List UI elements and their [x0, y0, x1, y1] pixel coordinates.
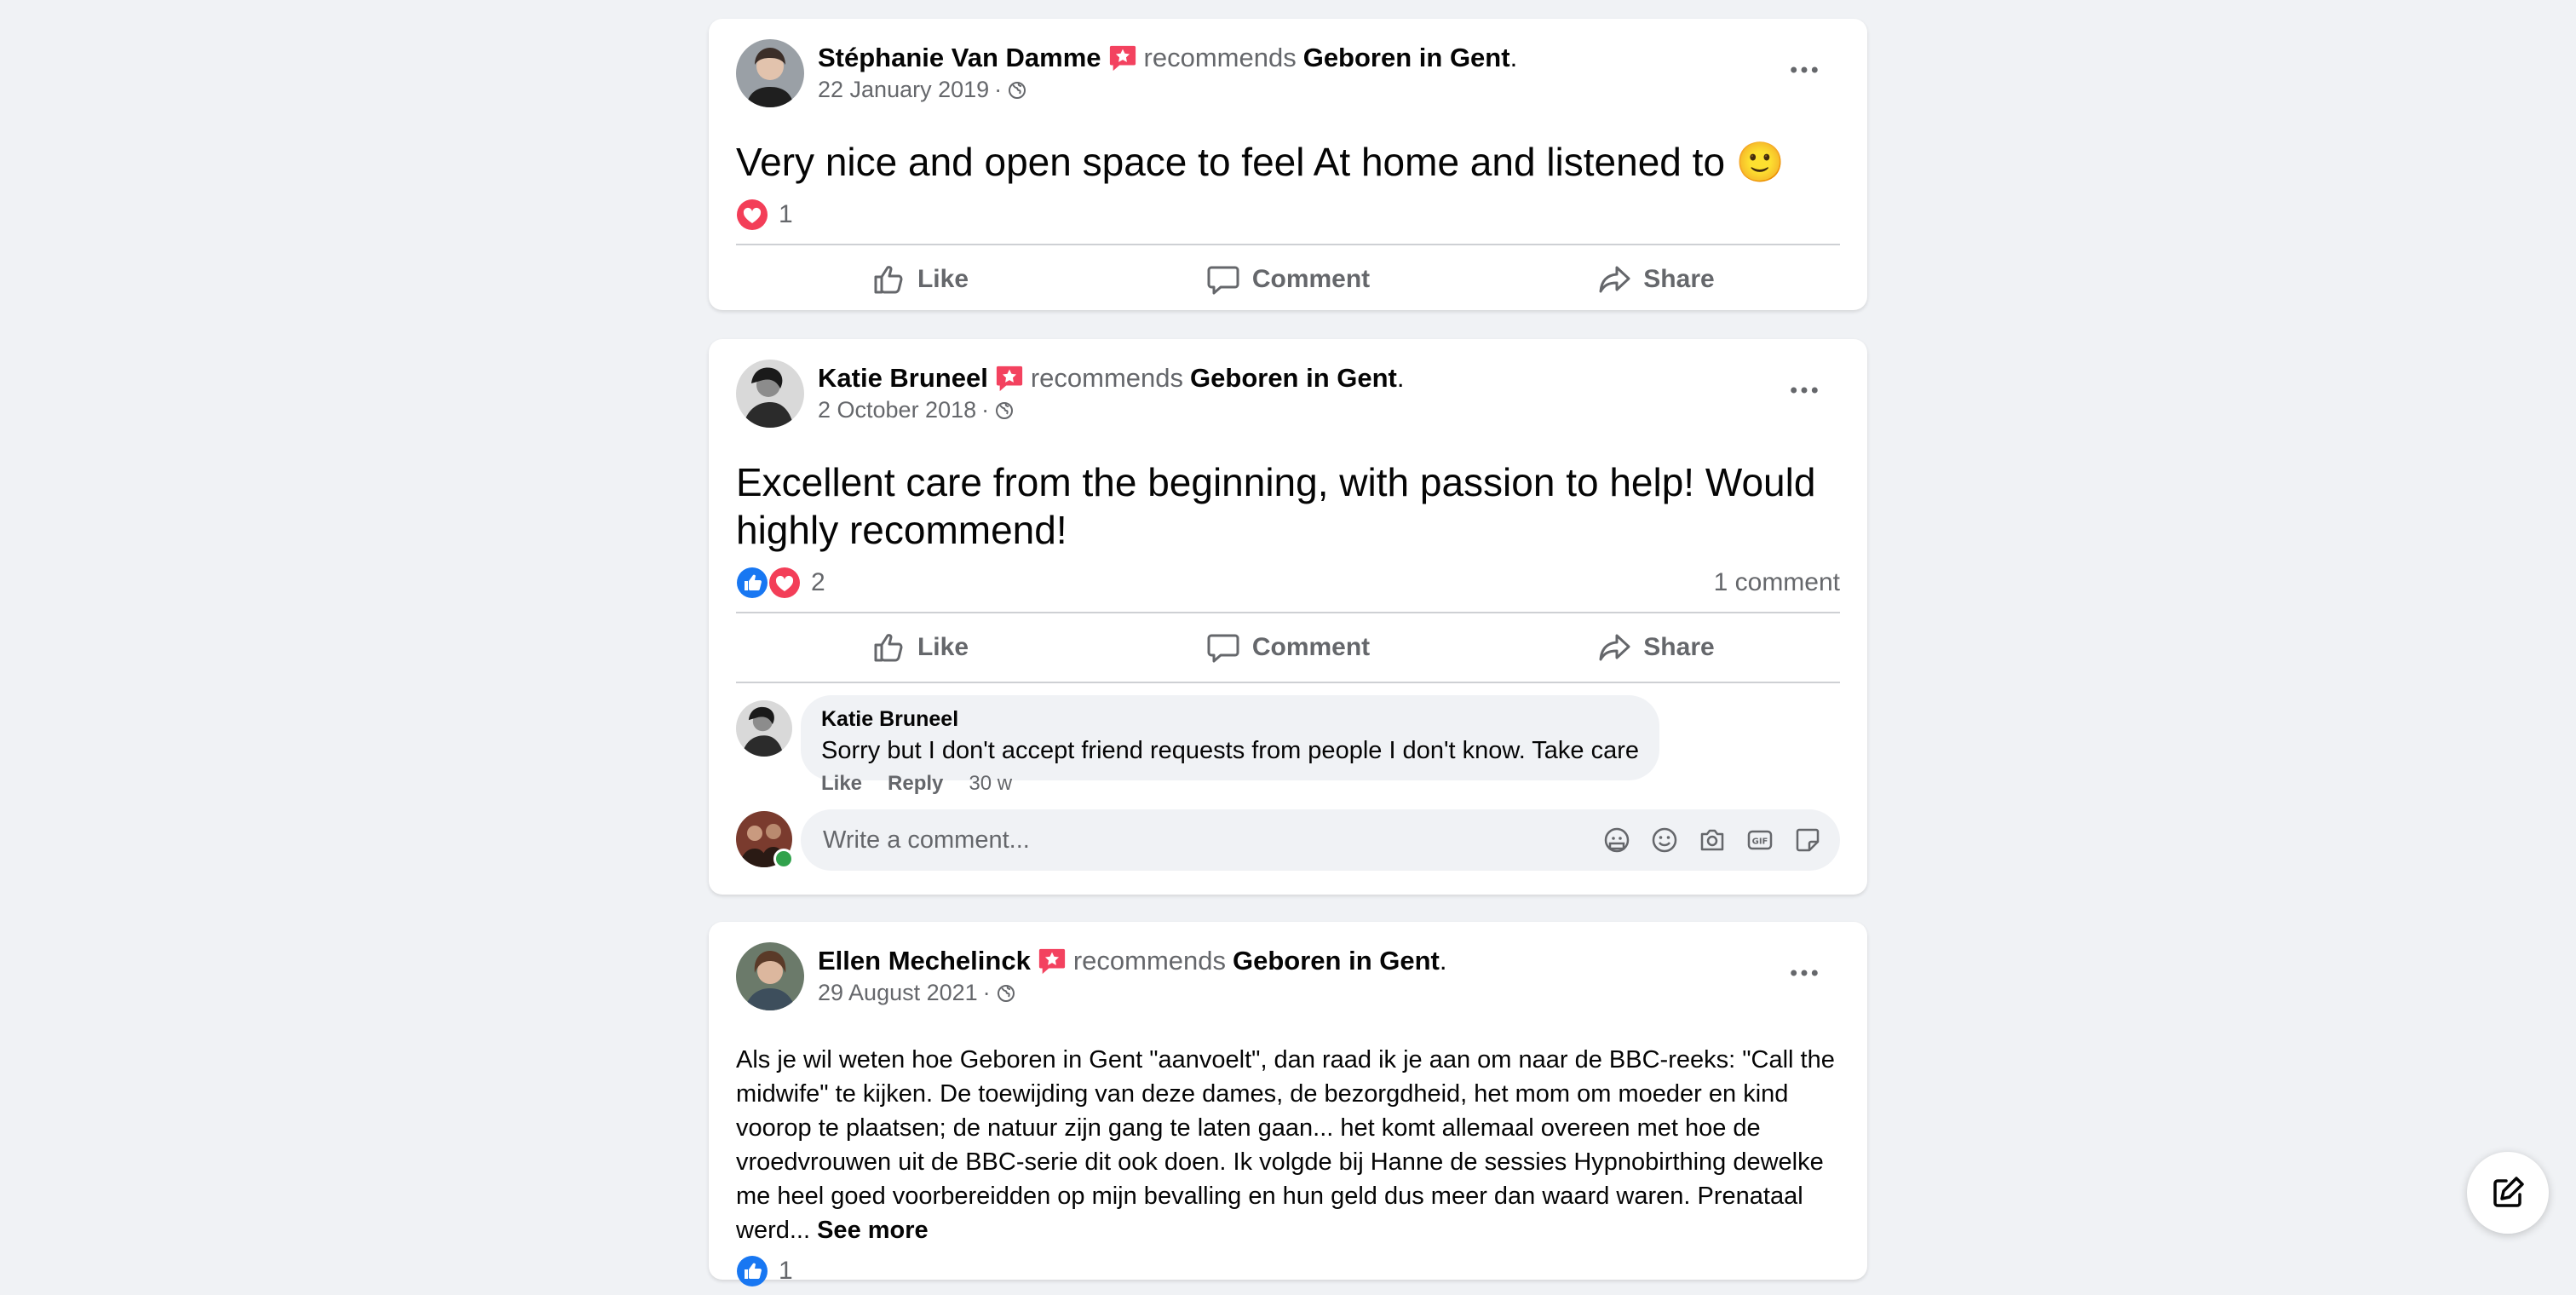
reaction-bar: 1	[736, 1247, 1840, 1295]
share-icon	[1597, 262, 1631, 296]
compose-icon	[2493, 1177, 2524, 1207]
post-header: Ellen Mechelinck recommends Geboren in G…	[736, 922, 1840, 1016]
comment-bubble: Katie Bruneel Sorry but I don't accept f…	[801, 695, 1660, 780]
share-button[interactable]: Share	[1472, 630, 1840, 665]
author-name[interactable]: Katie Bruneel	[818, 363, 988, 394]
review-card: Stéphanie Van Damme recommends Geboren i…	[709, 19, 1867, 310]
love-reaction-icon[interactable]	[736, 199, 768, 231]
camera-icon[interactable]	[1697, 825, 1728, 855]
love-reaction-icon[interactable]	[768, 567, 801, 599]
recommends-label: recommends	[1072, 946, 1227, 976]
sticker-icon[interactable]	[1792, 825, 1823, 855]
comment-time[interactable]: 30 w	[969, 772, 1012, 796]
like-reaction-icon[interactable]	[736, 1255, 768, 1287]
date-text[interactable]: 22 January 2019	[818, 77, 989, 103]
review-text: Very nice and open space to feel At home…	[736, 140, 1785, 184]
review-text-container: Als je wil weten hoe Geboren in Gent "aa…	[736, 1043, 1840, 1247]
post-date: 2 October 2018 ·	[818, 397, 1015, 423]
recommend-badge-icon	[1108, 43, 1137, 72]
reaction-count[interactable]: 1	[779, 200, 793, 229]
date-text[interactable]: 29 August 2021	[818, 980, 978, 1006]
gif-icon[interactable]: GIF	[1745, 825, 1775, 855]
thumbs-up-icon	[871, 262, 906, 296]
svg-text:GIF: GIF	[1752, 837, 1768, 847]
date-text[interactable]: 2 October 2018	[818, 397, 976, 423]
post-header: Katie Bruneel recommends Geboren in Gent…	[736, 339, 1840, 433]
more-options-button[interactable]	[1782, 55, 1826, 85]
post-title-line: Stéphanie Van Damme recommends Geboren i…	[818, 43, 1518, 73]
comment-like-link[interactable]: Like	[821, 772, 862, 796]
avatar-sticker-icon[interactable]	[1601, 825, 1632, 855]
review-text: Als je wil weten hoe Geboren in Gent "aa…	[736, 1046, 1835, 1244]
post-title-line: Ellen Mechelinck recommends Geboren in G…	[818, 946, 1447, 976]
comment-meta: Like Reply 30 w	[821, 772, 1012, 796]
post-date: 22 January 2019 ·	[818, 77, 1027, 103]
page-name[interactable]: Geboren in Gent	[1233, 946, 1440, 976]
post-title-line: Katie Bruneel recommends Geboren in Gent…	[818, 363, 1405, 394]
comment-icon	[1206, 630, 1240, 665]
globe-icon	[996, 983, 1016, 1004]
review-card: Ellen Mechelinck recommends Geboren in G…	[709, 922, 1867, 1280]
post-date: 29 August 2021 ·	[818, 980, 1016, 1006]
like-button[interactable]: Like	[736, 262, 1104, 296]
avatar[interactable]	[736, 39, 804, 107]
comment-input[interactable]	[821, 825, 1601, 855]
comment: Katie Bruneel Sorry but I don't accept f…	[736, 683, 1840, 811]
see-more-link[interactable]: See more	[817, 1217, 929, 1244]
globe-icon	[1007, 80, 1027, 101]
author-name[interactable]: Stéphanie Van Damme	[818, 43, 1101, 73]
comment-count[interactable]: 1 comment	[1714, 568, 1840, 597]
more-options-button[interactable]	[1782, 375, 1826, 406]
date-separator: ·	[981, 397, 990, 423]
like-reaction-icon[interactable]	[736, 567, 768, 599]
commenter-avatar[interactable]	[736, 700, 792, 757]
commenter-name[interactable]: Katie Bruneel	[821, 707, 1639, 732]
action-bar: Like Comment Share	[736, 244, 1840, 314]
page-name[interactable]: Geboren in Gent	[1303, 43, 1510, 72]
date-separator: ·	[982, 980, 991, 1005]
reaction-count[interactable]: 1	[779, 1257, 793, 1286]
recommends-label: recommends	[1030, 363, 1184, 393]
comment-button[interactable]: Comment	[1104, 262, 1472, 296]
reaction-bar: 1	[736, 186, 1840, 244]
post-header: Stéphanie Van Damme recommends Geboren i…	[736, 19, 1840, 112]
comment-button[interactable]: Comment	[1104, 630, 1472, 665]
reaction-count[interactable]: 2	[811, 568, 825, 597]
share-button[interactable]: Share	[1472, 262, 1840, 296]
avatar[interactable]	[736, 942, 804, 1010]
comment-reply-link[interactable]: Reply	[888, 772, 943, 796]
share-icon	[1597, 630, 1631, 665]
recommend-badge-icon	[995, 364, 1024, 393]
like-button[interactable]: Like	[736, 630, 1104, 665]
date-separator: ·	[994, 77, 1003, 102]
review-card: Katie Bruneel recommends Geboren in Gent…	[709, 339, 1867, 895]
current-user-avatar[interactable]	[736, 811, 794, 869]
recommend-badge-icon	[1038, 947, 1067, 976]
comment-input-box: GIF	[801, 809, 1840, 871]
recommends-label: recommends	[1143, 43, 1297, 72]
reaction-bar: 2 1 comment	[736, 554, 1840, 612]
emoji-icon[interactable]	[1649, 825, 1680, 855]
page-name[interactable]: Geboren in Gent	[1190, 363, 1397, 393]
more-dots-icon	[1787, 64, 1821, 76]
online-status-dot	[773, 849, 794, 869]
more-dots-icon	[1787, 967, 1821, 979]
review-text: Excellent care from the beginning, with …	[736, 460, 1816, 552]
write-comment-row: GIF	[736, 809, 1840, 893]
action-bar: Like Comment Share	[736, 612, 1840, 683]
more-options-button[interactable]	[1782, 958, 1826, 988]
thumbs-up-icon	[871, 630, 906, 665]
globe-icon	[994, 400, 1015, 421]
more-dots-icon	[1787, 384, 1821, 396]
comment-text: Sorry but I don't accept friend requests…	[821, 737, 1640, 764]
author-name[interactable]: Ellen Mechelinck	[818, 946, 1031, 976]
new-message-button[interactable]	[2467, 1152, 2549, 1234]
comment-icon	[1206, 262, 1240, 296]
avatar[interactable]	[736, 360, 804, 428]
